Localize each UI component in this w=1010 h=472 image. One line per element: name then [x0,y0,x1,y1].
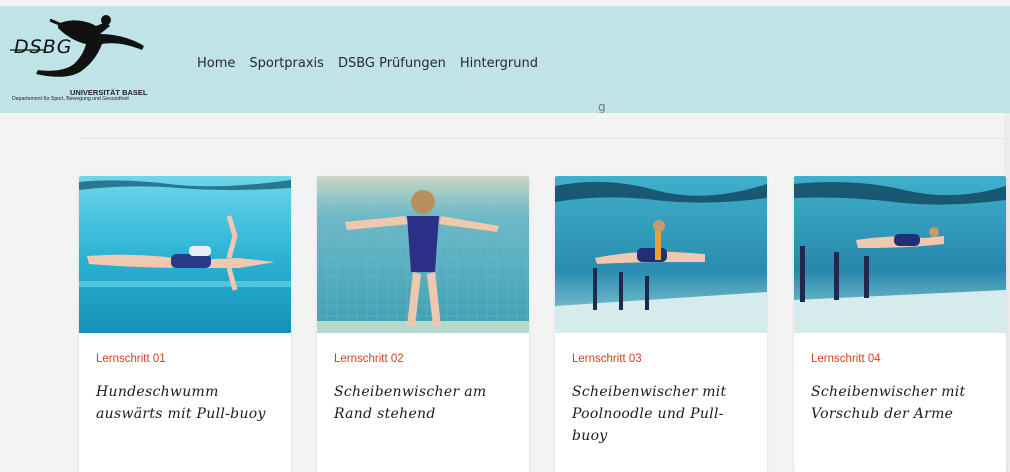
card-title[interactable]: Hundeschwumm auswärts mit Pull-buoy [96,381,276,425]
nav-item-dsbg-pruefungen[interactable]: DSBG Prüfungen [338,56,446,71]
card-step-label: Lernschritt 02 [334,353,404,365]
section-divider [79,138,1006,139]
card-step-label: Lernschritt 04 [811,353,881,365]
lesson-card-04[interactable]: Lernschritt 04 Scheibenwischer mit Vorsc… [794,176,1006,472]
card-image-swimmer-arms-forward [794,176,1006,333]
card-step-label: Lernschritt 03 [572,353,642,365]
card-title[interactable]: Scheibenwischer mit Poolnoodle und Pull-… [572,381,752,447]
card-image-standing-swimmer [317,176,529,333]
card-title[interactable]: Scheibenwischer mit Vorschub der Arme [811,381,991,425]
card-image-swimmer-poolnoodle [555,176,767,333]
card-title[interactable]: Scheibenwischer am Rand stehend [334,381,514,425]
nav-item-sportpraxis[interactable]: Sportpraxis [249,56,324,71]
nav-item-home[interactable]: Home [197,56,235,71]
partial-heading-text: g [598,100,606,113]
main-nav: Home Sportpraxis DSBG Prüfungen Hintergr… [197,56,538,71]
lesson-card-01[interactable]: Lernschritt 01 Hundeschwumm auswärts mit… [79,176,291,472]
lesson-card-02[interactable]: Lernschritt 02 Scheibenwischer am Rand s… [317,176,529,472]
nav-item-hintergrund[interactable]: Hintergrund [460,56,538,71]
lesson-card-03[interactable]: Lernschritt 03 Scheibenwischer mit Pooln… [555,176,767,472]
logo-department: Departement für Sport, Bewegung und Gesu… [12,96,129,102]
site-header: DSBG UNIVERSITÄT BASEL Departement für S… [0,6,1010,113]
logo-wordmark: DSBG [14,36,73,58]
card-step-label: Lernschritt 01 [96,353,166,365]
dsbg-logo[interactable]: DSBG UNIVERSITÄT BASEL Departement für S… [10,12,160,112]
card-image-underwater-swimmer [79,176,291,333]
